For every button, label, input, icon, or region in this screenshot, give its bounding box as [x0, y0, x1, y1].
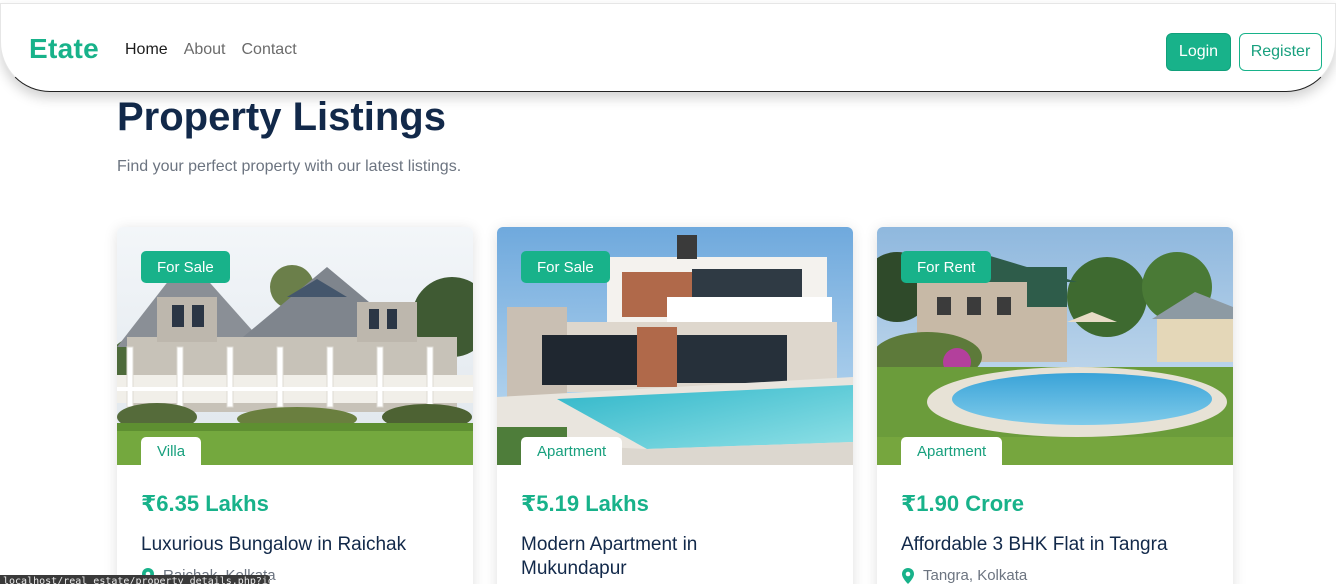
- nav-link-home[interactable]: Home: [125, 41, 168, 59]
- type-badge: Apartment: [901, 437, 1003, 465]
- property-title[interactable]: Modern Apartment in Mukundapur: [521, 533, 741, 581]
- brand-logo[interactable]: Etate: [29, 33, 99, 65]
- property-title[interactable]: Luxurious Bungalow in Raichak: [141, 533, 451, 557]
- status-badge: For Rent: [901, 251, 992, 283]
- map-pin-icon: [902, 567, 914, 584]
- register-button[interactable]: Register: [1239, 33, 1322, 71]
- status-badge: For Sale: [141, 251, 230, 283]
- type-badge: Apartment: [521, 437, 623, 465]
- property-card[interactable]: For Sale Apartment ₹5.19 Lakhs Modern Ap…: [497, 227, 853, 584]
- property-card[interactable]: For Sale Villa ₹6.35 Lakhs Luxurious Bun…: [117, 227, 473, 584]
- page-subtitle: Find your perfect property with our late…: [117, 158, 462, 175]
- page-title: Property Listings: [117, 95, 446, 139]
- property-location: Tangra, Kolkata: [901, 567, 1027, 584]
- status-badge: For Sale: [521, 251, 610, 283]
- type-badge: Villa: [141, 437, 202, 465]
- login-button[interactable]: Login: [1166, 33, 1231, 71]
- property-location-text: Tangra, Kolkata: [923, 567, 1028, 584]
- property-price: ₹5.19 Lakhs: [521, 491, 649, 516]
- property-price: ₹6.35 Lakhs: [141, 491, 269, 516]
- nav-link-about[interactable]: About: [184, 41, 226, 59]
- property-title[interactable]: Affordable 3 BHK Flat in Tangra: [901, 533, 1211, 557]
- nav-links: Home About Contact: [125, 41, 297, 59]
- property-price: ₹1.90 Crore: [901, 491, 1024, 516]
- nav-link-contact[interactable]: Contact: [242, 41, 297, 59]
- navbar: Etate Home About Contact Login Register: [0, 3, 1336, 92]
- property-card[interactable]: For Rent Apartment ₹1.90 Crore Affordabl…: [877, 227, 1233, 584]
- status-bar-url: localhost/real_estate/property_details.p…: [0, 575, 270, 584]
